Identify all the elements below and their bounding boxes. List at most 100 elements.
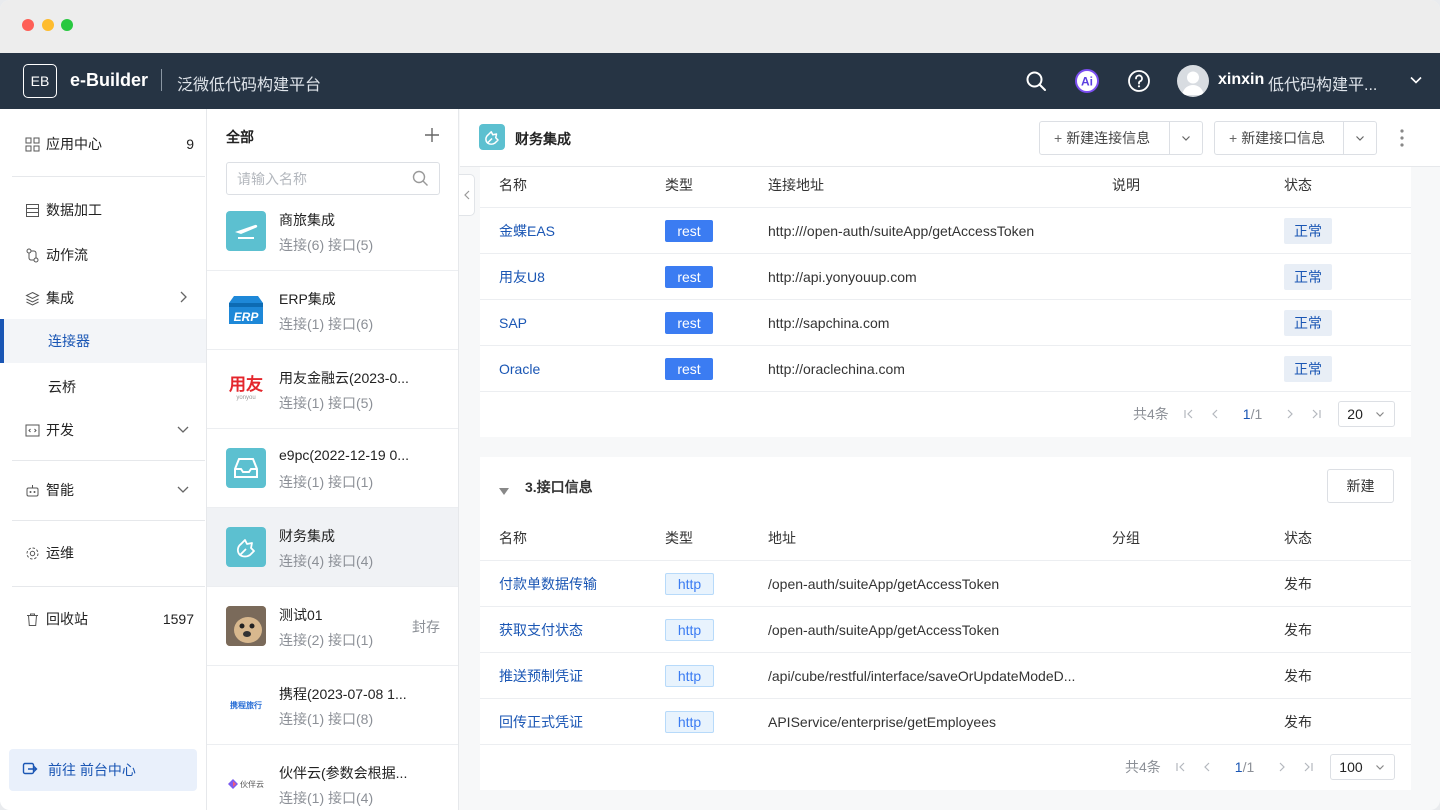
new-interface-inline-button[interactable]: 新建 [1327,469,1394,503]
group-meta: 连接(1) 接口(8) [279,711,374,727]
interface-url: /open-auth/suiteApp/getAccessToken [768,622,1000,638]
minimize-window-button[interactable] [42,19,54,31]
sidebar-item-action-flow[interactable]: 动作流 [0,233,206,277]
sidebar-item-operations[interactable]: 运维 [0,531,206,575]
page-size-select[interactable]: 20 [1338,401,1396,427]
collapse-list-toggle[interactable] [459,174,475,216]
search-icon[interactable] [412,170,429,190]
sidebar-item-app-center[interactable]: 应用中心 9 [0,122,206,166]
detail-header: 财务集成 + 新建连接信息 + 新建接口信息 [460,109,1440,167]
interface-name[interactable]: 推送预制凭证 [499,653,583,699]
list-item[interactable]: 测试01 连接(2) 接口(1) 封存 [207,587,458,666]
next-page-icon[interactable] [1276,761,1288,773]
list-item[interactable]: 商旅集成 连接(6) 接口(5) [207,192,458,271]
table-row[interactable]: SAP rest http://sapchina.com 正常 [480,300,1411,346]
caret-down-icon[interactable] [499,483,509,499]
new-connection-dropdown[interactable] [1170,122,1202,154]
interface-name[interactable]: 获取支付状态 [499,607,583,653]
maximize-window-button[interactable] [61,19,73,31]
section-title: 3.接口信息 [525,479,593,495]
flow-icon [24,247,40,263]
status-badge: 正常 [1284,264,1332,290]
sidebar-item-label: 运维 [46,545,74,561]
table-row[interactable]: Oracle rest http://oraclechina.com 正常 [480,346,1411,392]
app-window: EB e-Builder 泛微低代码构建平台 Ai xinxin 低代码构建平.… [0,0,1440,810]
last-page-icon[interactable] [1310,408,1322,420]
close-window-button[interactable] [22,19,34,31]
list-item[interactable]: e9pc(2022-12-19 0... 连接(1) 接口(1) [207,429,458,508]
next-page-icon[interactable] [1284,408,1296,420]
list-item[interactable]: ERP ERP集成 连接(1) 接口(6) [207,271,458,350]
type-badge: rest [665,266,713,288]
group-name: 测试01 [279,607,323,623]
prev-page-icon[interactable] [1201,761,1213,773]
username[interactable]: xinxin [1218,71,1264,89]
prev-page-icon[interactable] [1209,408,1221,420]
user-avatar[interactable] [1177,65,1209,97]
add-group-button[interactable] [423,126,441,147]
connection-name[interactable]: 用友U8 [499,254,545,300]
chevron-down-icon[interactable] [1408,72,1424,91]
table-row[interactable]: 获取支付状态 http /open-auth/suiteApp/getAcces… [480,607,1411,653]
table-row[interactable]: 金蝶EAS rest http:///open-auth/suiteApp/ge… [480,208,1411,254]
sidebar-item-cloud-bridge[interactable]: 云桥 [0,365,206,409]
new-interface-button[interactable]: + 新建接口信息 [1215,122,1344,154]
total-count: 共4条 [1125,759,1161,775]
plus-icon: + [1054,130,1063,146]
col-group: 分组 [1112,530,1140,546]
list-item[interactable]: 携程旅行 携程(2023-07-08 1... 连接(1) 接口(8) [207,666,458,745]
brand-divider [161,69,162,91]
goto-frontend-button[interactable]: 前往 前台中心 [9,749,197,791]
sidebar-item-integration[interactable]: 集成 [0,276,206,320]
list-item[interactable]: 财务集成 连接(4) 接口(4) [207,508,458,587]
interface-name[interactable]: 回传正式凭证 [499,699,583,745]
sidebar-item-develop[interactable]: 开发 [0,408,206,452]
table-row[interactable]: 回传正式凭证 http APIService/enterprise/getEmp… [480,699,1411,745]
sidebar-item-connector[interactable]: 连接器 [0,319,206,363]
tenant-name[interactable]: 低代码构建平... [1268,71,1386,95]
sidebar-item-data-processing[interactable]: 数据加工 [0,188,206,232]
sidebar-item-label: 动作流 [46,247,88,263]
connection-url: http://sapchina.com [768,315,890,331]
interface-name[interactable]: 付款单数据传输 [499,561,597,607]
connection-name[interactable]: 金蝶EAS [499,208,555,254]
help-icon[interactable] [1126,68,1152,94]
interface-url: /api/cube/restful/interface/saveOrUpdate… [768,668,1076,684]
col-type: 类型 [665,530,693,546]
list-item[interactable]: 用友 yonyou 用友金融云(2023-0... 连接(1) 接口(5) [207,350,458,429]
table-row[interactable]: 付款单数据传输 http /open-auth/suiteApp/getAcce… [480,561,1411,607]
ai-assistant-icon[interactable]: Ai [1074,68,1100,94]
new-connection-button[interactable]: + 新建连接信息 [1040,122,1170,154]
page-size-select[interactable]: 100 [1330,754,1396,780]
sidebar-item-label: 云桥 [48,379,76,395]
sidebar-item-intelligence[interactable]: 智能 [0,468,206,512]
interface-status: 发布 [1284,668,1312,684]
connection-name[interactable]: SAP [499,300,527,346]
brand-name: e-Builder [70,70,149,90]
first-page-icon[interactable] [1175,761,1187,773]
search-icon[interactable] [1023,68,1049,94]
yonyou-logo-text: 用友 [229,375,263,394]
dog-photo-icon [226,606,266,646]
last-page-icon[interactable] [1302,761,1314,773]
trash-icon [24,611,40,627]
connection-name[interactable]: Oracle [499,346,540,392]
sidebar-item-recycle-bin[interactable]: 回收站 1597 [0,597,206,641]
app-logo[interactable]: EB [23,64,57,98]
chevron-down-icon [176,482,190,499]
current-page: 1/1 [1234,759,1255,775]
new-interface-label: 新建接口信息 [1241,130,1326,146]
new-interface-dropdown[interactable] [1344,122,1376,154]
search-input[interactable] [227,163,397,194]
more-options-icon[interactable] [1400,129,1404,150]
nav-divider [12,176,205,177]
group-meta: 连接(1) 接口(5) [279,395,374,411]
first-page-icon[interactable] [1183,408,1195,420]
plus-icon: + [1229,130,1238,146]
status-badge: 正常 [1284,310,1332,336]
table-row[interactable]: 用友U8 rest http://api.yonyouup.com 正常 [480,254,1411,300]
database-icon [24,202,40,218]
list-item[interactable]: 伙伴云 伙伴云(参数会根据... 连接(1) 接口(4) [207,745,458,810]
table-row[interactable]: 推送预制凭证 http /api/cube/restful/interface/… [480,653,1411,699]
page-size-value: 100 [1339,759,1363,775]
